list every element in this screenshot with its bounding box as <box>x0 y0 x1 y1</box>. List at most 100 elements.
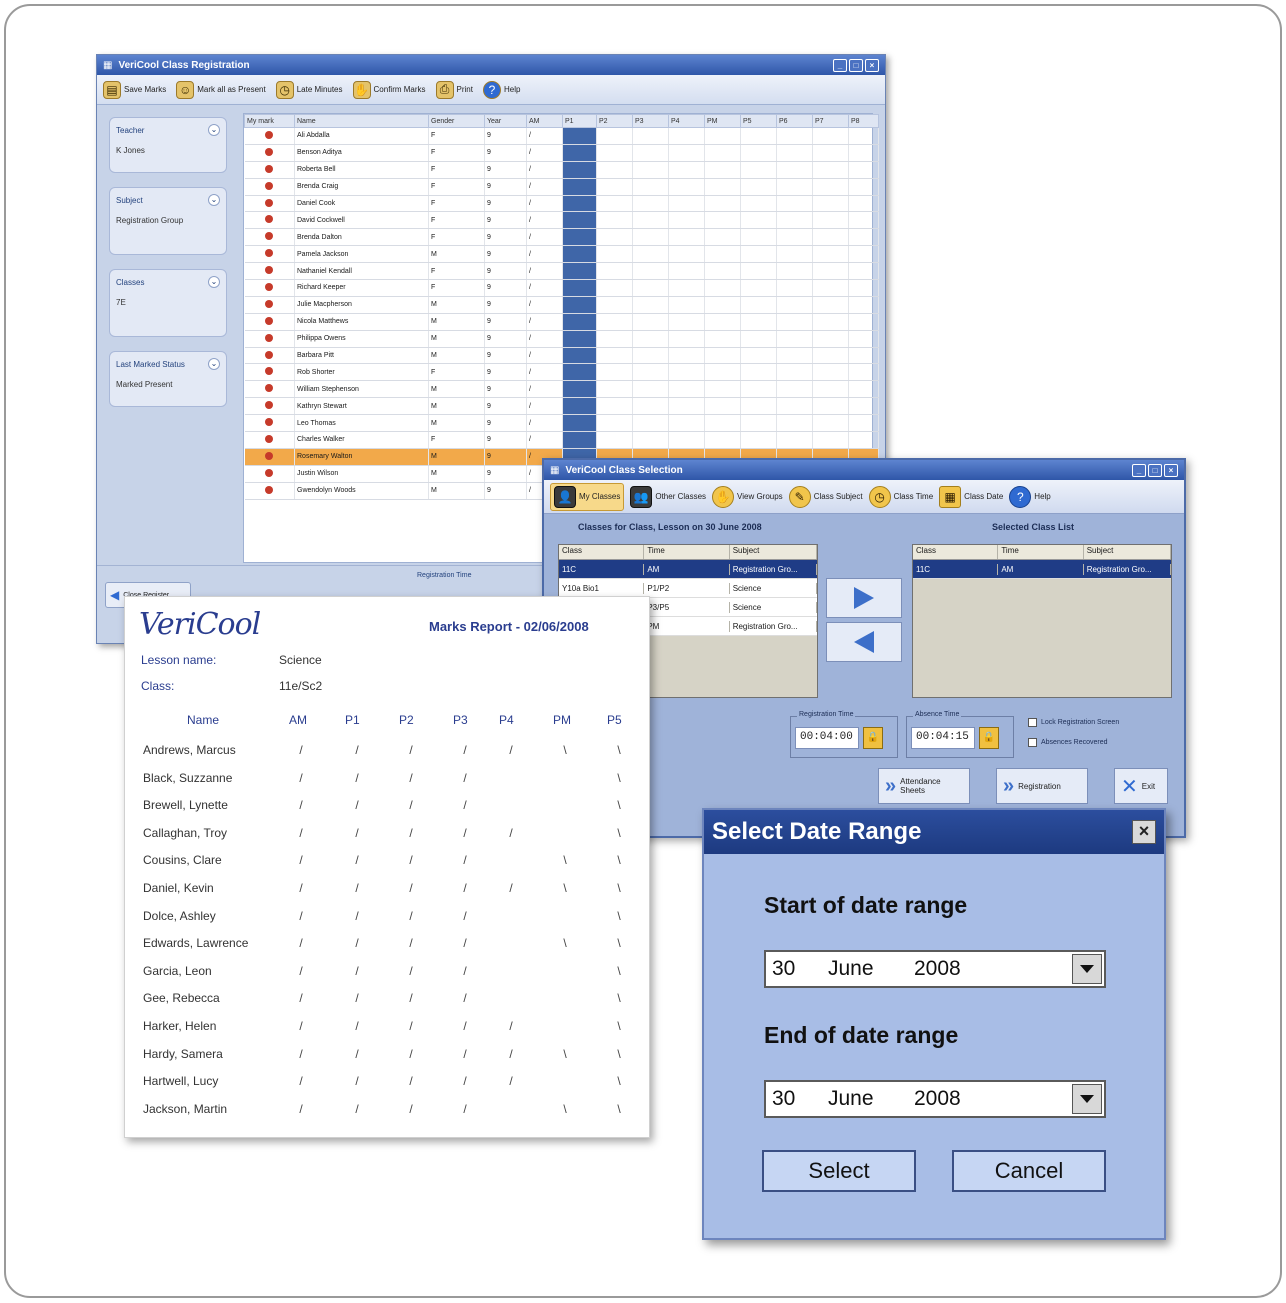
period-cell[interactable] <box>668 211 705 230</box>
select-button[interactable]: Select <box>762 1150 916 1192</box>
period-cell[interactable] <box>596 245 633 264</box>
period-cell[interactable] <box>740 363 777 382</box>
add-class-button[interactable] <box>826 578 902 618</box>
period-cell[interactable] <box>848 313 879 331</box>
close-icon[interactable]: × <box>1132 820 1156 844</box>
period-cell[interactable] <box>596 144 633 162</box>
period-cell[interactable] <box>596 279 633 297</box>
absences-recovered-checkbox[interactable]: Absences Recovered <box>1028 738 1108 747</box>
other-classes-button[interactable]: 👥 Other Classes <box>630 485 706 508</box>
period-cell[interactable] <box>596 380 633 399</box>
table-row[interactable]: Nathaniel Kendall F 9/ <box>244 262 879 281</box>
period-cell[interactable] <box>596 431 633 449</box>
period-cell[interactable] <box>562 262 597 281</box>
mark-cell[interactable] <box>244 161 295 179</box>
period-cell[interactable] <box>848 195 879 213</box>
period-cell[interactable] <box>562 195 597 213</box>
grid-column-header[interactable]: My mark <box>244 114 295 128</box>
mark-cell[interactable] <box>244 211 295 230</box>
period-cell[interactable] <box>848 330 879 348</box>
period-cell[interactable] <box>596 313 633 331</box>
mark-cell[interactable] <box>244 313 295 331</box>
period-cell[interactable] <box>704 161 741 179</box>
period-cell[interactable] <box>668 195 705 213</box>
period-cell[interactable] <box>704 245 741 264</box>
selected-classes-list[interactable]: Class Time Subject 11C AM Registration Gro… <box>912 544 1172 698</box>
period-cell[interactable] <box>740 431 777 449</box>
period-cell[interactable] <box>632 211 669 230</box>
period-cell[interactable] <box>668 127 705 145</box>
list-item[interactable]: 11C AM Registration Gro... <box>559 560 818 579</box>
table-row[interactable]: Daniel Cook F 9/ <box>244 195 879 213</box>
period-cell[interactable] <box>668 245 705 264</box>
mark-cell[interactable] <box>244 195 295 213</box>
lock-icon[interactable]: 🔒 <box>979 727 999 749</box>
table-row[interactable]: Charles Walker F 9/ <box>244 431 879 449</box>
grid-column-header[interactable]: P5 <box>740 114 777 128</box>
period-cell[interactable] <box>848 380 879 399</box>
subject-panel[interactable]: Subject ⌄ Registration Group <box>109 187 227 255</box>
grid-column-header[interactable]: P7 <box>812 114 849 128</box>
period-cell[interactable] <box>704 380 741 399</box>
period-cell[interactable] <box>632 279 669 297</box>
mark-cell[interactable] <box>244 363 295 382</box>
mark-cell[interactable] <box>244 482 295 500</box>
period-cell[interactable] <box>668 262 705 281</box>
period-cell[interactable] <box>668 228 705 247</box>
print-button[interactable]: ⎙ Print <box>435 80 473 99</box>
period-cell[interactable] <box>562 245 597 264</box>
table-row[interactable]: David Cockwell F 9/ <box>244 211 879 230</box>
period-cell[interactable] <box>848 347 879 365</box>
period-cell[interactable] <box>632 262 669 281</box>
mark-cell[interactable] <box>244 397 295 416</box>
period-cell[interactable] <box>776 195 813 213</box>
period-cell[interactable] <box>848 363 879 382</box>
table-row[interactable]: Pamela Jackson M 9/ <box>244 245 879 264</box>
period-cell[interactable] <box>562 296 597 314</box>
period-cell[interactable] <box>740 296 777 314</box>
period-cell[interactable] <box>704 363 741 382</box>
period-cell[interactable] <box>668 431 705 449</box>
period-cell[interactable] <box>562 178 597 196</box>
period-cell[interactable] <box>704 195 741 213</box>
period-cell[interactable] <box>740 397 777 416</box>
table-row[interactable]: Leo Thomas M 9/ <box>244 414 879 433</box>
period-cell[interactable] <box>668 414 705 433</box>
period-cell[interactable] <box>812 211 849 230</box>
period-cell[interactable] <box>776 127 813 145</box>
period-cell[interactable] <box>704 347 741 365</box>
period-cell[interactable] <box>812 414 849 433</box>
close-icon[interactable]: × <box>865 58 879 72</box>
period-cell[interactable] <box>668 363 705 382</box>
lock-icon[interactable]: 🔒 <box>863 727 883 749</box>
period-cell[interactable] <box>596 178 633 196</box>
period-cell[interactable] <box>596 414 633 433</box>
period-cell[interactable] <box>848 262 879 281</box>
period-cell[interactable] <box>776 228 813 247</box>
grid-column-header[interactable]: Gender <box>428 114 485 128</box>
period-cell[interactable] <box>812 313 849 331</box>
period-cell[interactable] <box>632 127 669 145</box>
period-cell[interactable] <box>596 330 633 348</box>
period-cell[interactable] <box>596 161 633 179</box>
period-cell[interactable] <box>812 195 849 213</box>
help-button[interactable]: ? Help <box>482 80 520 99</box>
period-cell[interactable] <box>776 279 813 297</box>
mark-cell[interactable] <box>244 296 295 314</box>
period-cell[interactable] <box>740 195 777 213</box>
period-cell[interactable] <box>632 380 669 399</box>
period-cell[interactable] <box>632 431 669 449</box>
mark-cell[interactable] <box>244 178 295 196</box>
grid-column-header[interactable]: P8 <box>848 114 879 128</box>
period-cell[interactable] <box>776 431 813 449</box>
registration-time-input[interactable]: 00:04:00 <box>795 727 859 749</box>
period-cell[interactable] <box>740 161 777 179</box>
mark-cell[interactable] <box>244 414 295 433</box>
period-cell[interactable] <box>704 228 741 247</box>
period-cell[interactable] <box>596 211 633 230</box>
period-cell[interactable] <box>704 397 741 416</box>
exit-button[interactable]: ✕ Exit <box>1114 768 1168 804</box>
period-cell[interactable] <box>668 397 705 416</box>
period-cell[interactable] <box>704 414 741 433</box>
period-cell[interactable] <box>776 245 813 264</box>
